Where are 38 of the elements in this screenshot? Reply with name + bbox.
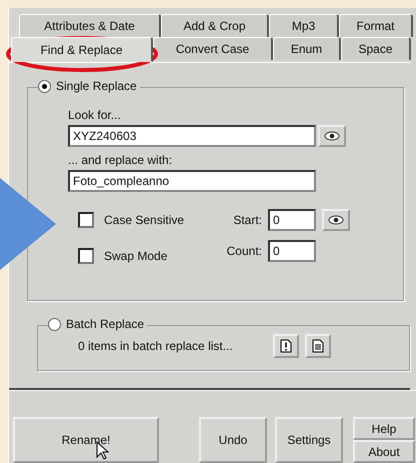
rename-button[interactable]: Rename!: [13, 417, 159, 463]
input-field[interactable]: XYZ240603: [68, 125, 316, 147]
document-icon: [312, 339, 324, 353]
tab[interactable]: Add & Crop: [161, 14, 269, 37]
eye-icon: [328, 215, 344, 225]
checkbox[interactable]: [78, 248, 94, 264]
input-field[interactable]: 0: [268, 209, 316, 231]
input-field[interactable]: 0: [268, 240, 316, 262]
tab[interactable]: Space: [341, 37, 411, 60]
tab[interactable]: Find & Replace: [11, 37, 153, 62]
tab[interactable]: Enum: [273, 37, 341, 60]
checkbox-label: Case Sensitive: [104, 213, 184, 227]
toolbar-button[interactable]: Undo: [199, 417, 267, 463]
warning-button[interactable]: [272, 334, 299, 358]
tab[interactable]: Attributes & Date: [19, 14, 161, 37]
field-label: Start:: [232, 213, 262, 227]
radio-label: Batch Replace: [66, 317, 144, 331]
field-label: ... and replace with:: [68, 153, 174, 167]
list-button[interactable]: [304, 334, 331, 358]
eye-icon: [324, 131, 340, 141]
document-alert-icon: [280, 339, 292, 353]
tab[interactable]: Convert Case: [153, 37, 273, 60]
field-label: Count:: [226, 244, 262, 258]
radio-button[interactable]: [48, 318, 61, 330]
field-label: Look for...: [68, 108, 122, 122]
tab[interactable]: Format: [339, 14, 413, 37]
radio-label: Single Replace: [56, 79, 137, 93]
toolbar-button[interactable]: Settings: [275, 417, 343, 463]
preview-button[interactable]: [322, 209, 350, 231]
menu-button[interactable]: Help: [353, 417, 415, 440]
menu-button[interactable]: About: [353, 440, 415, 463]
checkbox-label: Swap Mode: [104, 249, 168, 263]
radio-button[interactable]: [38, 80, 51, 92]
batch-status: 0 items in batch replace list...: [78, 339, 233, 353]
tab[interactable]: Mp3: [269, 14, 339, 37]
input-field[interactable]: Foto_compleanno: [68, 170, 316, 192]
preview-button[interactable]: [318, 125, 346, 147]
checkbox[interactable]: [78, 212, 94, 228]
